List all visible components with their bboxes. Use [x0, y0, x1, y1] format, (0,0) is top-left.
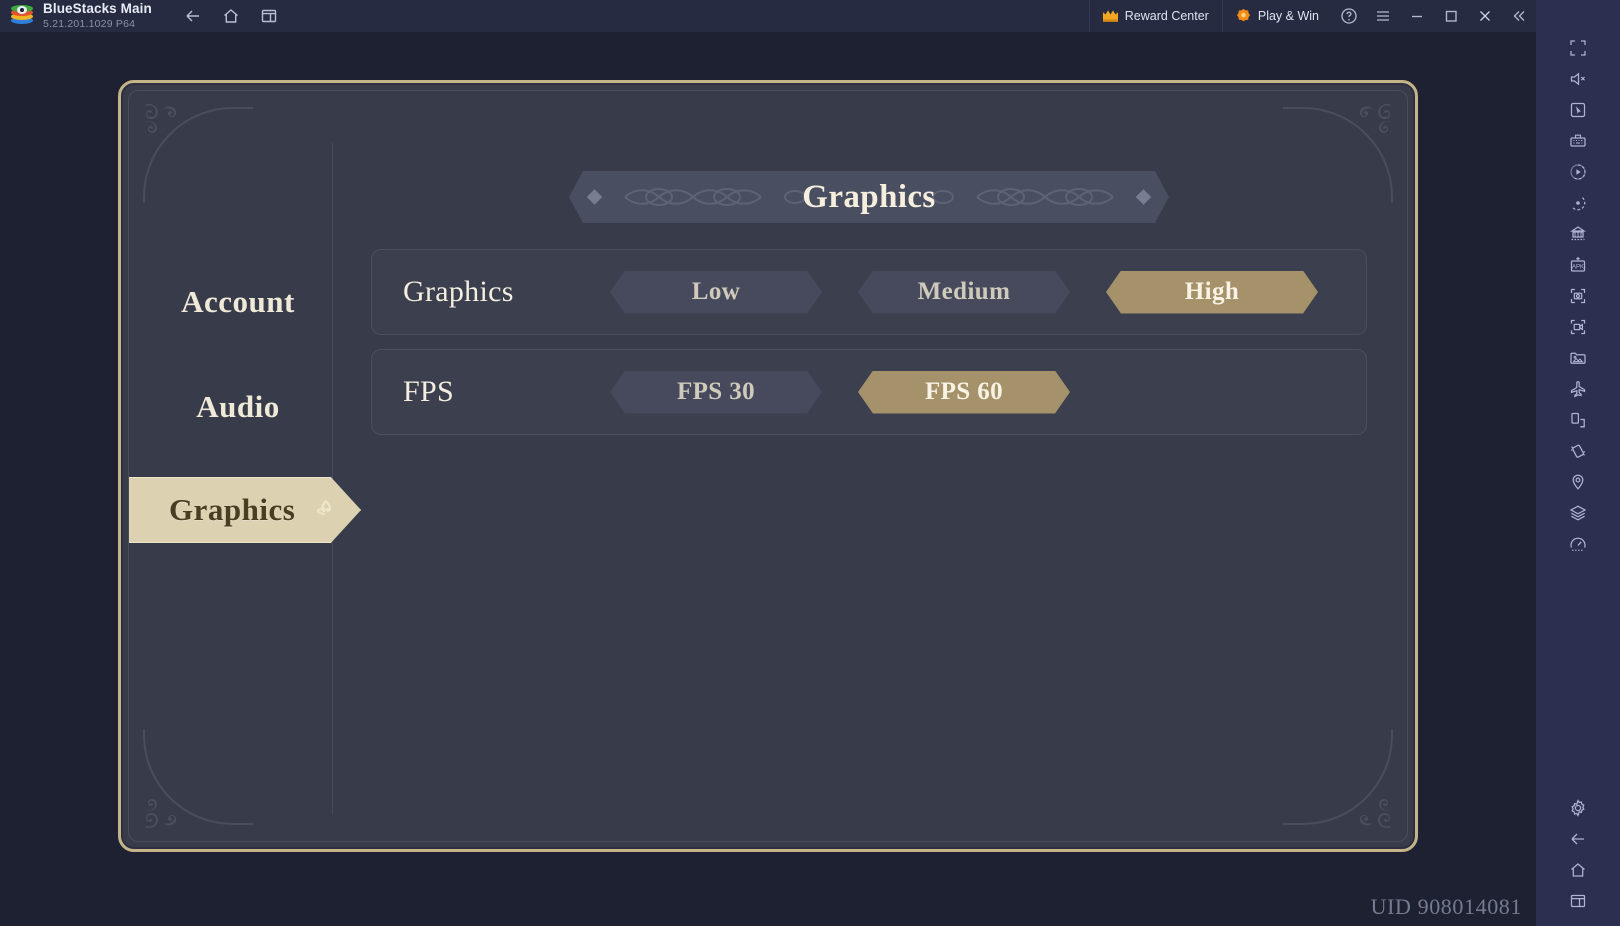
- titlebar-back-button[interactable]: [178, 3, 208, 29]
- game-viewport: Account Audio Graphics Graphics Graphics…: [0, 32, 1536, 926]
- sidebar-keyboard-button[interactable]: [1555, 125, 1601, 156]
- settings-panel: Account Audio Graphics Graphics Graphics…: [118, 80, 1418, 852]
- help-button[interactable]: [1332, 0, 1366, 32]
- sidebar-multi-instance-sync-button[interactable]: [1555, 218, 1601, 249]
- setting-row-graphics: Graphics Low Medium High: [371, 249, 1367, 335]
- setting-options: FPS 30 FPS 60: [610, 371, 1070, 414]
- option-label: FPS 60: [924, 378, 1004, 405]
- reward-center-label: Reward Center: [1124, 9, 1209, 23]
- option-label: High: [1184, 278, 1240, 305]
- graphics-option-low[interactable]: Low: [610, 271, 822, 314]
- fps-option-30[interactable]: FPS 30: [610, 371, 822, 414]
- diamond-icon: [1136, 189, 1152, 205]
- sidebar-shake-button[interactable]: [1555, 435, 1601, 466]
- corner-flourish-icon: [1345, 99, 1397, 145]
- bluestacks-sidebar: APK: [1536, 0, 1620, 926]
- sidebar-record-screen-button[interactable]: [1555, 311, 1601, 342]
- crown-icon: [1102, 10, 1118, 22]
- sidebar-eco-mode-button[interactable]: [1555, 373, 1601, 404]
- graphics-option-medium[interactable]: Medium: [858, 271, 1070, 314]
- option-label: Low: [691, 278, 741, 305]
- titlebar: BlueStacks Main 5.21.201.1029 P64 Reward…: [0, 0, 1536, 32]
- sidebar-screenshot-button[interactable]: [1555, 280, 1601, 311]
- sidebar-performance-button[interactable]: [1555, 528, 1601, 559]
- settings-rows: Graphics Low Medium High FPS FPS 30 FPS …: [371, 249, 1367, 449]
- svg-text:APK: APK: [1572, 264, 1584, 270]
- uid-label: UID 908014081: [1370, 894, 1522, 919]
- bluestacks-logo-icon: [10, 4, 34, 28]
- option-label: FPS 30: [676, 378, 756, 405]
- setting-row-fps: FPS FPS 30 FPS 60: [371, 349, 1367, 435]
- titlebar-home-button[interactable]: [216, 3, 246, 29]
- panel-corner-arc-tr: [1283, 107, 1393, 203]
- filigree-ornament-icon: [917, 180, 1117, 214]
- graphics-option-high[interactable]: High: [1106, 271, 1318, 314]
- minimize-button[interactable]: [1400, 0, 1434, 32]
- sidebar-location-button[interactable]: [1555, 466, 1601, 497]
- setting-label: FPS: [403, 375, 454, 408]
- window-title: BlueStacks Main: [43, 1, 152, 17]
- sidebar-android-recents-button[interactable]: [1555, 885, 1601, 916]
- panel-header-ribbon: Graphics: [569, 171, 1169, 223]
- sidebar-script-button[interactable]: [1555, 187, 1601, 218]
- setting-options: Low Medium High: [610, 271, 1318, 314]
- titlebar-nav-group: [178, 3, 284, 29]
- tab-flourish-icon: [312, 496, 340, 524]
- settings-nav-item-account[interactable]: Account: [143, 271, 333, 333]
- diamond-icon: [587, 189, 603, 205]
- sidebar-bottom-group: [1555, 792, 1601, 926]
- play-and-win-label: Play & Win: [1257, 9, 1319, 23]
- close-button[interactable]: [1468, 0, 1502, 32]
- collapse-sidebar-button[interactable]: [1502, 0, 1536, 32]
- settings-nav-label: Account: [181, 284, 295, 319]
- sidebar-mute-button[interactable]: [1555, 63, 1601, 94]
- settings-nav-item-audio[interactable]: Audio: [143, 376, 333, 438]
- panel-corner-arc-br: [1283, 729, 1393, 825]
- sidebar-macro-recorder-button[interactable]: [1555, 156, 1601, 187]
- sidebar-game-controls-button[interactable]: [1555, 94, 1601, 125]
- app-root: BlueStacks Main 5.21.201.1029 P64 Reward…: [0, 0, 1620, 926]
- settings-nav-item-graphics[interactable]: Graphics: [129, 477, 361, 543]
- sidebar-settings-button[interactable]: [1555, 792, 1601, 823]
- panel-title: Graphics: [802, 178, 936, 215]
- option-label: Medium: [917, 278, 1011, 305]
- window-version: 5.21.201.1029 P64: [43, 17, 136, 30]
- corner-flourish-icon: [139, 99, 191, 145]
- orange-gem-icon: [1236, 8, 1251, 24]
- menu-button[interactable]: [1366, 0, 1400, 32]
- sidebar-install-apk-button[interactable]: APK: [1555, 249, 1601, 280]
- settings-nav: Account Audio Graphics: [129, 143, 361, 815]
- fps-option-60[interactable]: FPS 60: [858, 371, 1070, 414]
- reward-center-button[interactable]: Reward Center: [1088, 0, 1222, 32]
- sidebar-media-manager-button[interactable]: [1555, 342, 1601, 373]
- sidebar-layers-button[interactable]: [1555, 497, 1601, 528]
- sidebar-android-home-button[interactable]: [1555, 854, 1601, 885]
- sidebar-fullscreen-button[interactable]: [1555, 32, 1601, 63]
- setting-label: Graphics: [403, 275, 514, 308]
- corner-flourish-icon: [1345, 787, 1397, 833]
- settings-nav-label: Graphics: [169, 492, 296, 527]
- titlebar-right-group: Reward Center Play & Win: [1088, 0, 1536, 32]
- window-title-block: BlueStacks Main 5.21.201.1029 P64: [43, 2, 152, 29]
- settings-nav-label: Audio: [196, 389, 280, 424]
- titlebar-instances-button[interactable]: [254, 3, 284, 29]
- sidebar-tool-list: APK: [1555, 32, 1601, 559]
- sidebar-rotate-button[interactable]: [1555, 404, 1601, 435]
- play-and-win-button[interactable]: Play & Win: [1221, 0, 1332, 32]
- sidebar-android-back-button[interactable]: [1555, 823, 1601, 854]
- filigree-ornament-icon: [621, 180, 821, 214]
- maximize-button[interactable]: [1434, 0, 1468, 32]
